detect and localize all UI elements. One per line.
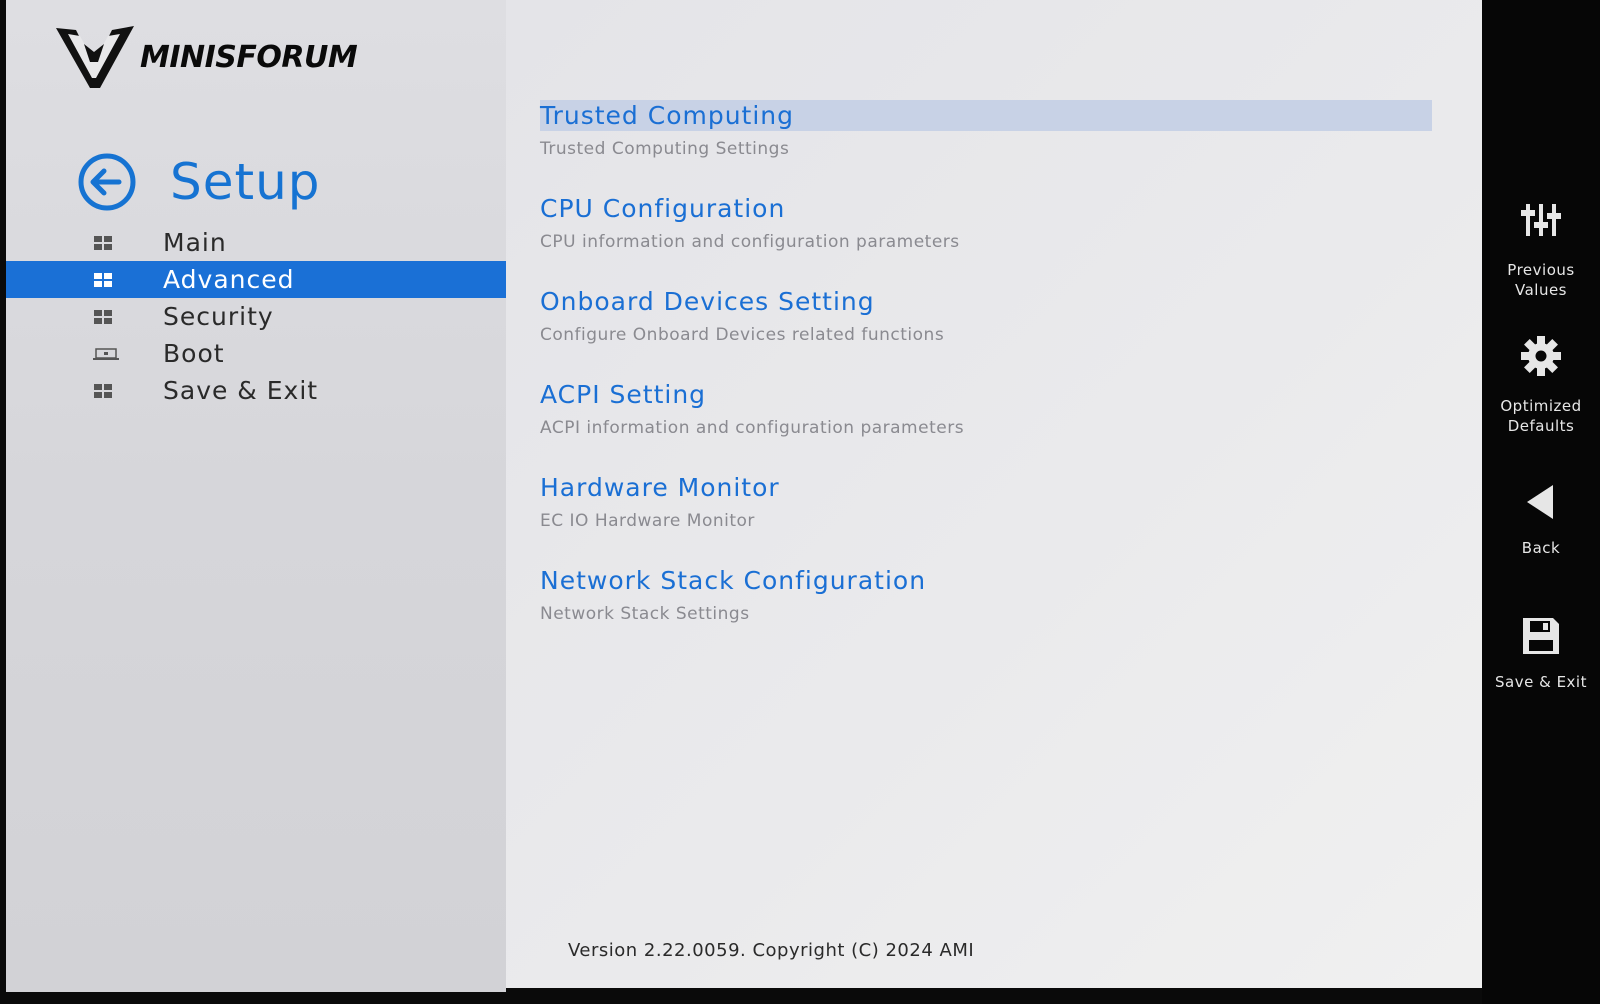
menu-item-onboard-devices-setting[interactable]: Onboard Devices Setting Configure Onboar… (540, 286, 1432, 379)
nav-item-label: Boot (163, 339, 225, 368)
laptop-icon (93, 348, 119, 360)
menu-item-description: EC IO Hardware Monitor (540, 511, 755, 531)
menu-item-acpi-setting[interactable]: ACPI Setting ACPI information and config… (540, 379, 1432, 472)
back-label: Back (1521, 539, 1561, 557)
minisforum-emblem-icon (56, 26, 134, 88)
nav-item-advanced[interactable]: Advanced (6, 261, 506, 298)
optimized-defaults-label-line1: Optimized (1500, 397, 1582, 415)
floppy-disk-icon (1523, 618, 1559, 654)
nav-item-label: Save & Exit (163, 376, 319, 405)
menu-item-hardware-monitor[interactable]: Hardware Monitor EC IO Hardware Monitor (540, 472, 1432, 565)
nav-item-boot[interactable]: Boot (6, 335, 506, 372)
nav-menu: Main Advanced Security Boot Save & Exit (6, 224, 506, 409)
triangle-left-icon (1527, 485, 1553, 519)
content-panel: Trusted Computing Trusted Computing Sett… (506, 0, 1482, 988)
menu-item-description: CPU information and configuration parame… (540, 232, 960, 252)
save-exit-button[interactable]: Save & Exit (1482, 616, 1600, 692)
grid-icon (94, 310, 112, 324)
grid-icon (94, 236, 112, 250)
optimized-defaults-label-line2: Defaults (1507, 417, 1575, 435)
back-button[interactable]: Back (1482, 482, 1600, 558)
page-title: Setup (170, 153, 321, 211)
menu-item-title: Hardware Monitor (540, 473, 780, 502)
sliders-icon (1521, 204, 1561, 236)
menu-item-description: Trusted Computing Settings (540, 139, 790, 159)
nav-item-main[interactable]: Main (6, 224, 506, 261)
menu-item-description: ACPI information and configuration param… (540, 418, 965, 438)
menu-item-description: Network Stack Settings (540, 604, 750, 624)
nav-item-security[interactable]: Security (6, 298, 506, 335)
back-arrow-icon[interactable] (74, 153, 140, 211)
menu-item-title: CPU Configuration (540, 194, 786, 223)
grid-icon (94, 273, 112, 287)
menu-item-title: ACPI Setting (540, 380, 707, 409)
nav-item-label: Advanced (163, 265, 295, 294)
nav-item-save-exit[interactable]: Save & Exit (6, 372, 506, 409)
previous-values-label-line2: Values (1514, 281, 1567, 299)
version-text: Version 2.22.0059. Copyright (C) 2024 AM… (568, 940, 975, 961)
gear-icon (1521, 336, 1561, 376)
action-sidebar: Previous Values Optimized Defaults Back (1482, 0, 1600, 1004)
menu-item-trusted-computing[interactable]: Trusted Computing Trusted Computing Sett… (540, 100, 1432, 193)
nav-item-label: Security (163, 302, 274, 331)
logo-text: MINISFORUM (140, 40, 358, 75)
previous-values-label-line1: Previous (1507, 261, 1575, 279)
optimized-defaults-button[interactable]: Optimized Defaults (1482, 336, 1600, 436)
menu-item-title: Network Stack Configuration (540, 566, 927, 595)
previous-values-button[interactable]: Previous Values (1482, 200, 1600, 300)
minisforum-logo: MINISFORUM (54, 22, 394, 94)
left-panel: MINISFORUM Setup Main Advanced Security … (6, 0, 506, 992)
menu-item-cpu-configuration[interactable]: CPU Configuration CPU information and co… (540, 193, 1432, 286)
grid-icon (94, 384, 112, 398)
menu-item-description: Configure Onboard Devices related functi… (540, 325, 945, 345)
menu-item-title: Onboard Devices Setting (540, 287, 875, 316)
menu-item-network-stack-configuration[interactable]: Network Stack Configuration Network Stac… (540, 565, 1432, 658)
nav-item-label: Main (163, 228, 227, 257)
menu-item-title: Trusted Computing (540, 100, 1432, 131)
save-exit-label: Save & Exit (1495, 673, 1587, 691)
advanced-menu: Trusted Computing Trusted Computing Sett… (540, 100, 1432, 658)
